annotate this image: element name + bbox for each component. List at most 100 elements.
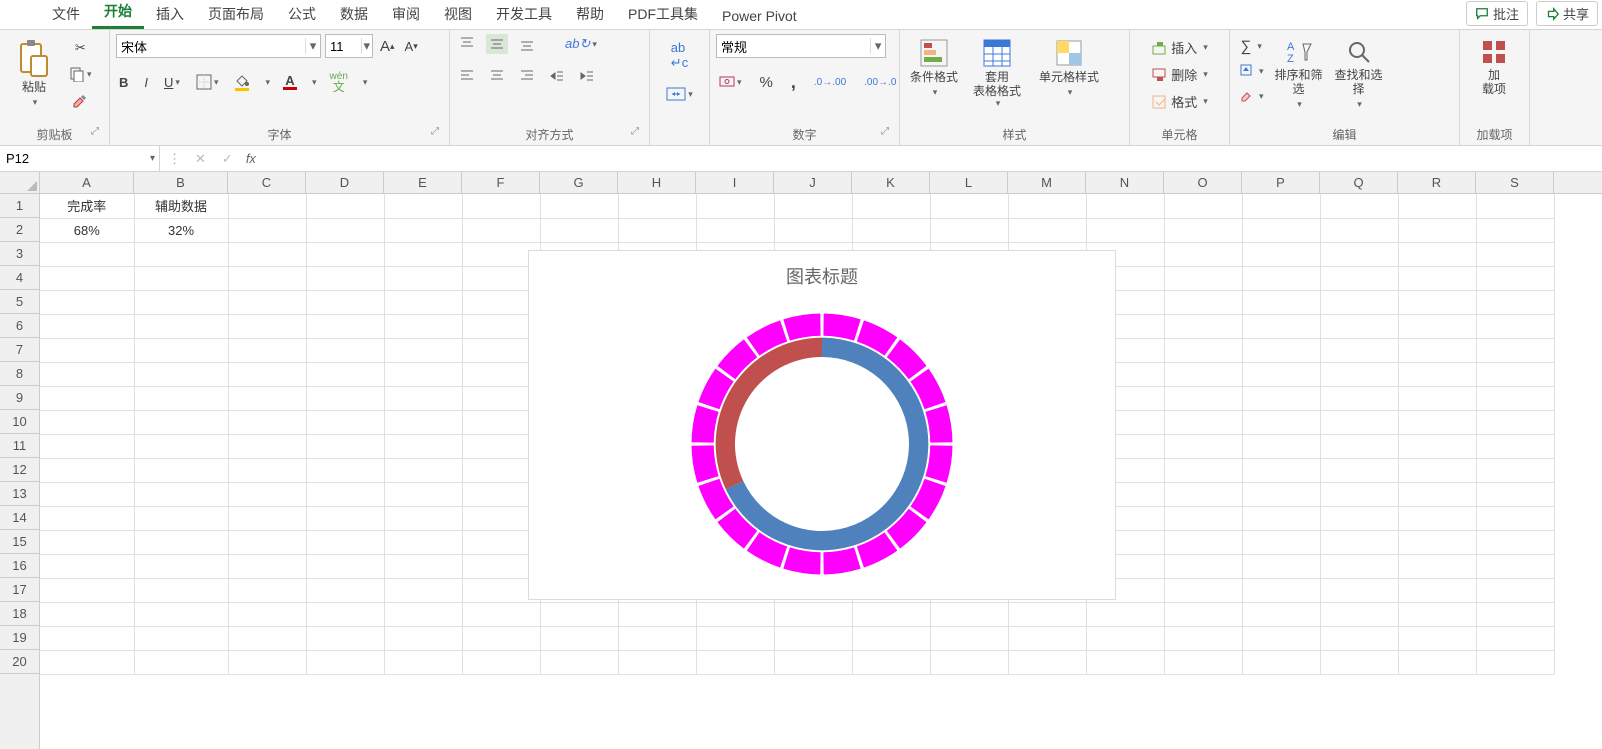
cell-D20[interactable] [306, 650, 384, 674]
tab-file[interactable]: 文件 [40, 0, 92, 29]
cell-S12[interactable] [1476, 458, 1554, 482]
chart-title[interactable]: 图表标题 [786, 263, 858, 289]
delete-cells-button[interactable]: 删除▾ [1136, 63, 1223, 86]
cell-D6[interactable] [306, 314, 384, 338]
col-header-O[interactable]: O [1164, 172, 1242, 193]
tab-powerpivot[interactable]: Power Pivot [710, 2, 809, 29]
cell-R16[interactable] [1398, 554, 1476, 578]
cell-B6[interactable] [134, 314, 228, 338]
chevron-down-icon[interactable]: ▾ [310, 77, 317, 88]
cell-C6[interactable] [228, 314, 306, 338]
font-color-button[interactable]: A [280, 73, 300, 92]
clear-button[interactable]: ▾ [1236, 86, 1267, 107]
chevron-down-icon[interactable]: ▾ [870, 38, 885, 54]
cell-H20[interactable] [618, 650, 696, 674]
grid[interactable]: ABCDEFGHIJKLMNOPQRS 12345678910111213141… [0, 172, 1602, 749]
cell-A17[interactable] [40, 578, 134, 602]
cell-D13[interactable] [306, 482, 384, 506]
comma-button[interactable]: , [788, 70, 799, 95]
row-header-4[interactable]: 4 [0, 266, 39, 290]
col-header-L[interactable]: L [930, 172, 1008, 193]
cell-E11[interactable] [384, 434, 462, 458]
cell-Q15[interactable] [1320, 530, 1398, 554]
outer-segment[interactable] [823, 547, 860, 574]
chevron-down-icon[interactable]: ▾ [361, 38, 372, 54]
cell-B19[interactable] [134, 626, 228, 650]
decrease-indent-button[interactable] [546, 66, 568, 86]
cell-K20[interactable] [852, 650, 930, 674]
cell-O19[interactable] [1164, 626, 1242, 650]
cell-A2[interactable]: 68% [40, 218, 134, 242]
tab-devtools[interactable]: 开发工具 [484, 0, 564, 29]
cell-R20[interactable] [1398, 650, 1476, 674]
cell-S7[interactable] [1476, 338, 1554, 362]
cell-A7[interactable] [40, 338, 134, 362]
cell-M2[interactable] [1008, 218, 1086, 242]
cell-B16[interactable] [134, 554, 228, 578]
cell-F20[interactable] [462, 650, 540, 674]
row-header-19[interactable]: 19 [0, 626, 39, 650]
dialog-launcher-icon[interactable]: ⤢ [879, 126, 891, 138]
cell-S8[interactable] [1476, 362, 1554, 386]
cell-M20[interactable] [1008, 650, 1086, 674]
cell-S19[interactable] [1476, 626, 1554, 650]
outer-segment[interactable] [925, 405, 952, 442]
cell-R17[interactable] [1398, 578, 1476, 602]
wrap-text-button[interactable]: ab↵c [668, 38, 691, 73]
cell-P14[interactable] [1242, 506, 1320, 530]
cell-B9[interactable] [134, 386, 228, 410]
cell-G18[interactable] [540, 602, 618, 626]
cell-C16[interactable] [228, 554, 306, 578]
row-header-11[interactable]: 11 [0, 434, 39, 458]
cell-P13[interactable] [1242, 482, 1320, 506]
cell-P12[interactable] [1242, 458, 1320, 482]
outer-segment[interactable] [925, 445, 952, 482]
align-middle-button[interactable] [486, 34, 508, 54]
cell-L18[interactable] [930, 602, 1008, 626]
row-header-1[interactable]: 1 [0, 194, 39, 218]
doughnut-chart[interactable] [677, 299, 967, 589]
row-header-10[interactable]: 10 [0, 410, 39, 434]
cell-A11[interactable] [40, 434, 134, 458]
col-header-A[interactable]: A [40, 172, 134, 193]
row-header-18[interactable]: 18 [0, 602, 39, 626]
cell-A13[interactable] [40, 482, 134, 506]
cut-button[interactable]: ✂ [72, 38, 89, 58]
align-left-button[interactable] [456, 66, 478, 86]
cell-S20[interactable] [1476, 650, 1554, 674]
cell-D1[interactable] [306, 194, 384, 218]
cell-B8[interactable] [134, 362, 228, 386]
chart-plot-area[interactable] [677, 289, 967, 599]
cell-C13[interactable] [228, 482, 306, 506]
dialog-launcher-icon[interactable]: ⤢ [629, 126, 641, 138]
cell-C20[interactable] [228, 650, 306, 674]
cell-N18[interactable] [1086, 602, 1164, 626]
cell-O18[interactable] [1164, 602, 1242, 626]
chevron-down-icon[interactable]: ▾ [361, 77, 368, 88]
cell-H18[interactable] [618, 602, 696, 626]
tab-review[interactable]: 审阅 [380, 0, 432, 29]
decrease-font-button[interactable]: A▾ [402, 37, 421, 56]
cell-E2[interactable] [384, 218, 462, 242]
paste-button[interactable]: 粘贴▾ [6, 34, 62, 113]
cell-O14[interactable] [1164, 506, 1242, 530]
cell-D12[interactable] [306, 458, 384, 482]
outer-segment[interactable] [783, 547, 820, 574]
cell-E4[interactable] [384, 266, 462, 290]
cell-Q11[interactable] [1320, 434, 1398, 458]
cell-R6[interactable] [1398, 314, 1476, 338]
cell-D19[interactable] [306, 626, 384, 650]
row-header-7[interactable]: 7 [0, 338, 39, 362]
col-header-B[interactable]: B [134, 172, 228, 193]
cell-C12[interactable] [228, 458, 306, 482]
align-bottom-button[interactable] [516, 34, 538, 54]
cell-C10[interactable] [228, 410, 306, 434]
cell-E15[interactable] [384, 530, 462, 554]
cell-B11[interactable] [134, 434, 228, 458]
cell-A1[interactable]: 完成率 [40, 194, 134, 218]
cell-B14[interactable] [134, 506, 228, 530]
cell-P10[interactable] [1242, 410, 1320, 434]
cell-O20[interactable] [1164, 650, 1242, 674]
cell-B7[interactable] [134, 338, 228, 362]
cell-A16[interactable] [40, 554, 134, 578]
